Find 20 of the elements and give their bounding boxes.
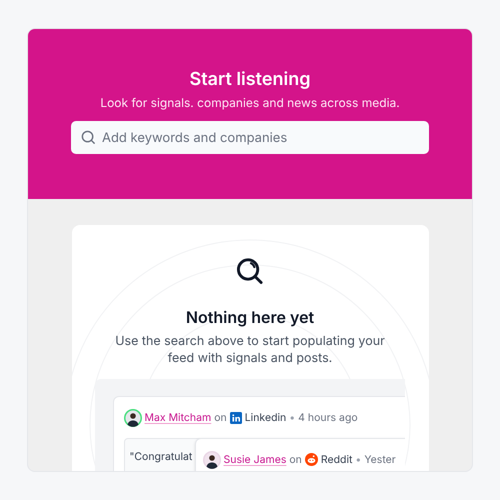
on-text: on bbox=[289, 452, 302, 468]
empty-state-title: Nothing here yet bbox=[186, 306, 314, 327]
alien-icon bbox=[304, 453, 318, 466]
separator-dot: • bbox=[289, 410, 296, 426]
search-icon bbox=[81, 130, 96, 145]
post-time: Yester bbox=[364, 452, 396, 468]
avatar bbox=[124, 408, 142, 427]
post-time: 4 hours ago bbox=[298, 410, 358, 426]
author-link[interactable]: Susie James bbox=[224, 452, 286, 468]
header-title: Start listening bbox=[190, 69, 310, 91]
empty-state-description: Use the search above to start populating your feed with signals and posts. bbox=[114, 332, 386, 367]
separator-dot: • bbox=[355, 452, 362, 468]
platform-name: Reddit bbox=[320, 452, 352, 468]
author-link[interactable]: Max Mitcham bbox=[144, 410, 212, 426]
header-subtitle: Look for signals. companies and news across media. bbox=[100, 95, 400, 111]
platform-name: Linkedin bbox=[244, 410, 286, 426]
search-field[interactable]: Add keywords and companies bbox=[71, 121, 429, 154]
linkedin-icon bbox=[230, 412, 242, 424]
quote-text: "Congratulat bbox=[130, 450, 192, 463]
on-text: on bbox=[214, 410, 227, 426]
